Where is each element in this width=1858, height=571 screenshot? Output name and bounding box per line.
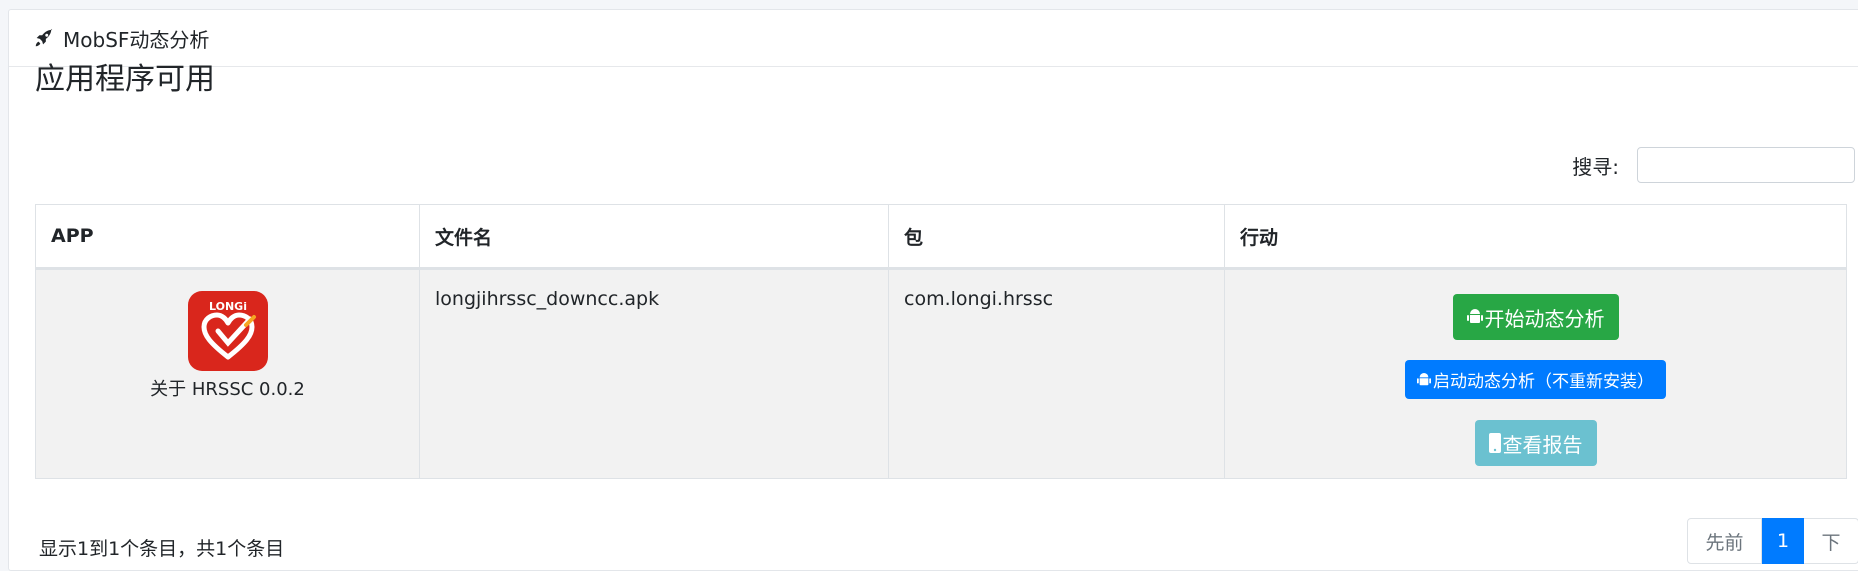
- page-title: 应用程序可用: [35, 62, 215, 97]
- longi-app-icon: LONGi: [187, 291, 268, 371]
- start-no-reinstall-button[interactable]: 启动动态分析（不重新安装）: [1405, 360, 1666, 399]
- app-name: 关于 HRSSC 0.0.2: [150, 379, 305, 400]
- view-report-button[interactable]: 查看报告: [1474, 420, 1597, 466]
- filename-cell: longjihrssc_downcc.apk: [419, 268, 889, 479]
- column-header-filename[interactable]: 文件名: [419, 204, 889, 270]
- table-info: 显示1到1个条目，共1个条目: [39, 538, 285, 560]
- actions-cell: 开始动态分析 启动动态分析（不重新安装） 查看报告: [1224, 268, 1847, 479]
- dynamic-analysis-card: MobSF动态分析 应用程序可用 搜寻: APP 文件名 包 行动 LONGi: [8, 9, 1858, 571]
- android-icon: [1417, 372, 1431, 385]
- pagination: 先前 1 下: [1687, 518, 1858, 564]
- view-report-label: 查看报告: [1502, 432, 1583, 457]
- pagination-page-1[interactable]: 1: [1762, 518, 1804, 564]
- card-header: MobSF动态分析: [9, 10, 1858, 67]
- column-header-package[interactable]: 包: [888, 204, 1225, 270]
- pagination-previous[interactable]: 先前: [1687, 518, 1762, 564]
- search-bar: 搜寻:: [1572, 147, 1855, 183]
- rocket-icon: [35, 28, 53, 47]
- start-dynamic-analysis-button[interactable]: 开始动态分析: [1452, 294, 1619, 340]
- app-cell: LONGi 关于 HRSSC 0.0.2: [35, 268, 420, 479]
- table-header-row: APP 文件名 包 行动: [35, 204, 1847, 270]
- column-header-actions[interactable]: 行动: [1224, 204, 1847, 270]
- table-row: LONGi 关于 HRSSC 0.0.2 longjihrssc_downcc.…: [35, 268, 1847, 479]
- mobile-icon: [1488, 433, 1501, 453]
- package-cell: com.longi.hrssc: [888, 268, 1225, 479]
- search-input[interactable]: [1637, 147, 1855, 183]
- start-button-label: 开始动态分析: [1484, 306, 1605, 331]
- start-no-reinstall-label: 启动动态分析（不重新安装）: [1433, 372, 1654, 392]
- svg-text:LONGi: LONGi: [209, 300, 247, 313]
- column-header-app[interactable]: APP: [35, 204, 420, 270]
- pagination-next[interactable]: 下: [1804, 518, 1858, 564]
- app-logo-graphic: LONGi: [201, 300, 256, 360]
- android-icon: [1466, 309, 1483, 323]
- search-label: 搜寻:: [1572, 154, 1619, 179]
- apps-table: APP 文件名 包 行动 LONGi 关于 HRSSC 0.0.2 longji…: [35, 204, 1847, 479]
- header-title: MobSF动态分析: [63, 27, 210, 52]
